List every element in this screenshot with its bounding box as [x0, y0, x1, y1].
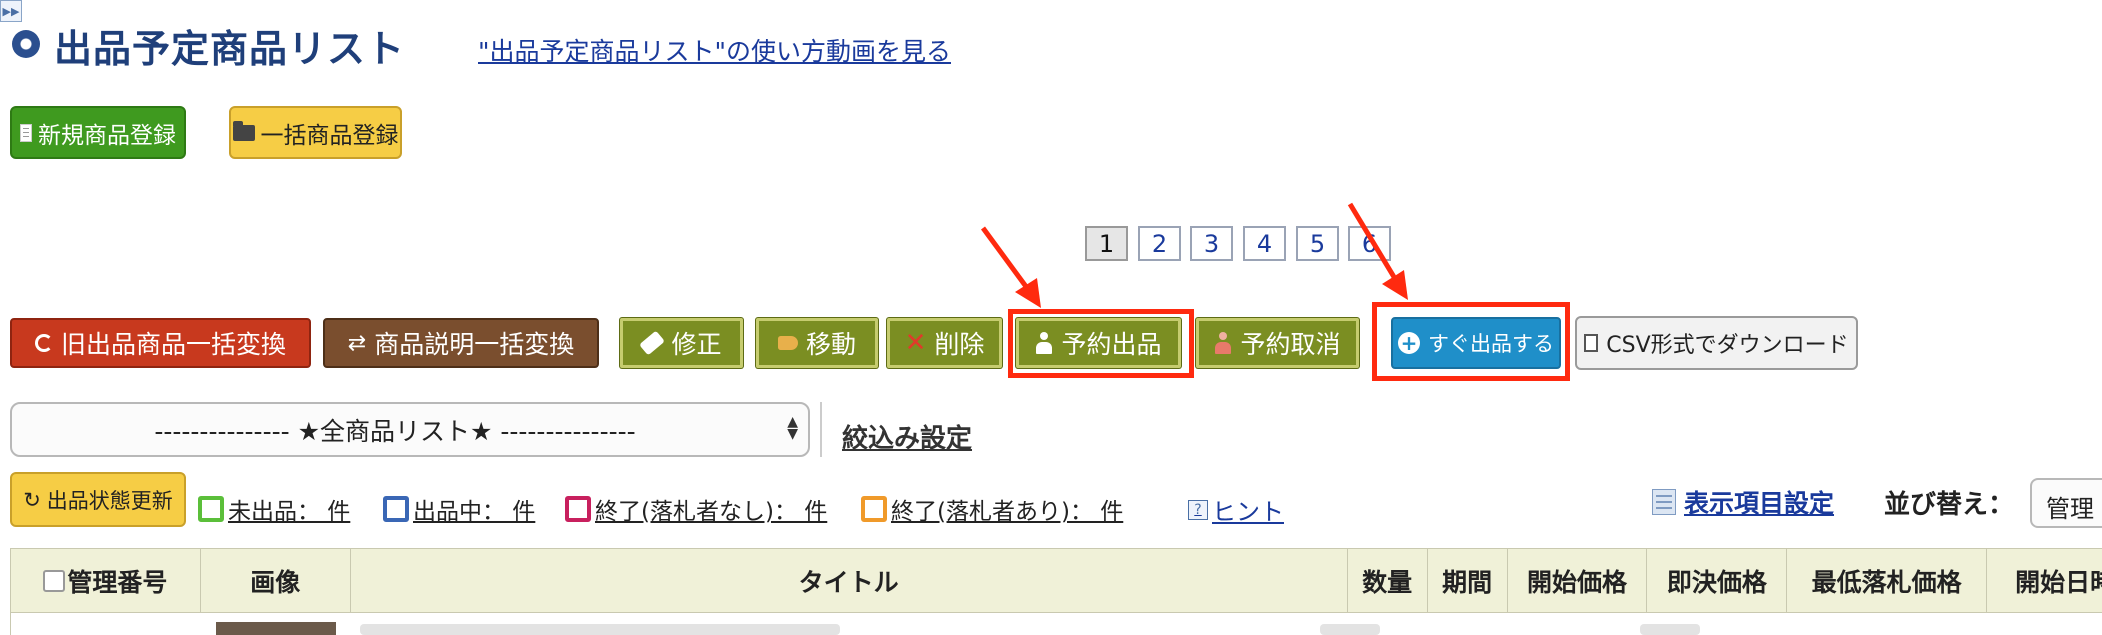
- video-tutorial-link[interactable]: "出品予定商品リスト"の使い方動画を見る: [478, 32, 951, 68]
- column-header-id-label: 管理番号: [67, 567, 168, 597]
- column-header-start-price: 開始価格: [1508, 549, 1648, 612]
- green-square-icon: [198, 496, 224, 522]
- move-arrow-icon: [777, 336, 798, 350]
- sync-icon: [34, 334, 53, 352]
- title-bullet-icon: [12, 30, 40, 58]
- edit-label: 修正: [671, 330, 722, 359]
- description-convert-label: 商品説明一括変換: [374, 330, 575, 359]
- page-5[interactable]: 5: [1296, 226, 1339, 261]
- column-header-quantity: 数量: [1348, 549, 1428, 612]
- page-2[interactable]: 2: [1138, 226, 1181, 261]
- new-product-label: 新規商品登録: [38, 122, 176, 149]
- status-unlisted-link[interactable]: 未出品： 件: [198, 492, 350, 526]
- person-cancel-icon: [1214, 332, 1232, 354]
- column-header-reserve-price: 最低落札価格: [1787, 549, 1988, 612]
- table-header: 管理番号 画像 タイトル 数量 期間 開始価格 即決価格 最低落札価格 開始日時: [10, 548, 2102, 613]
- status-ended-bid-link[interactable]: 終了(落札者あり)： 件: [861, 492, 1123, 526]
- close-icon: ✕: [904, 328, 927, 358]
- page-1[interactable]: 1: [1085, 226, 1128, 261]
- swap-arrows-icon: ⇄: [347, 330, 367, 356]
- column-header-title: タイトル: [351, 549, 1348, 612]
- table-settings-icon: [1652, 489, 1676, 515]
- file-icon: [1584, 334, 1599, 352]
- product-thumbnail: [216, 622, 336, 635]
- orange-square-icon: [861, 496, 887, 522]
- hint-label: ヒント: [1212, 498, 1284, 526]
- description-convert-button[interactable]: ⇄ 商品説明一括変換: [323, 318, 599, 368]
- csv-download-button[interactable]: CSV形式でダウンロード: [1575, 316, 1858, 370]
- product-list-select-value: --------------- ★全商品リスト★ ---------------: [154, 416, 636, 446]
- move-button[interactable]: 移動: [756, 318, 878, 368]
- row-cell-text: [1320, 624, 1380, 635]
- next-page-icon[interactable]: ▶▶: [0, 0, 22, 22]
- highlight-box: [1008, 309, 1194, 378]
- column-header-id[interactable]: 管理番号: [11, 549, 201, 612]
- page-4[interactable]: 4: [1243, 226, 1286, 261]
- display-settings-label: 表示項目設定: [1684, 489, 1835, 518]
- status-unlisted-label: 未出品： 件: [228, 499, 351, 525]
- status-listing-link[interactable]: 出品中： 件: [383, 492, 535, 526]
- column-header-image: 画像: [201, 549, 351, 612]
- page-3[interactable]: 3: [1190, 226, 1233, 261]
- status-ended-bid-label: 終了(落札者あり)： 件: [891, 499, 1124, 525]
- select-arrows-icon: ▲ ▼: [787, 414, 798, 442]
- filter-settings-link[interactable]: 絞込み設定: [842, 418, 972, 455]
- column-header-start-date: 開始日時: [1987, 549, 2102, 612]
- eraser-icon: [639, 330, 666, 356]
- status-ended-no-bid-label: 終了(落札者なし)： 件: [595, 499, 828, 525]
- edit-button[interactable]: 修正: [620, 318, 743, 368]
- red-arrow-icon: [980, 226, 1041, 308]
- column-header-buyout-price: 即決価格: [1647, 549, 1788, 612]
- bulk-register-button[interactable]: 一括商品登録: [229, 106, 402, 159]
- column-header-period: 期間: [1428, 549, 1508, 612]
- reserve-cancel-button[interactable]: 予約取消: [1196, 318, 1359, 368]
- product-list-select[interactable]: --------------- ★全商品リスト★ ---------------…: [10, 402, 810, 457]
- magenta-square-icon: [565, 496, 591, 522]
- display-settings-link[interactable]: 表示項目設定: [1652, 484, 1834, 520]
- red-arrow-icon: [1347, 202, 1408, 300]
- hint-link[interactable]: ? ヒント: [1188, 492, 1284, 527]
- blue-square-icon: [383, 496, 409, 522]
- page-title: 出品予定商品リスト: [54, 27, 406, 71]
- question-icon: ?: [1188, 499, 1208, 520]
- old-listing-convert-label: 旧出品商品一括変換: [60, 330, 286, 359]
- document-icon: [20, 123, 32, 142]
- csv-download-label: CSV形式でダウンロード: [1606, 333, 1849, 358]
- delete-button[interactable]: ✕ 削除: [887, 318, 1002, 368]
- row-title-text: [360, 624, 840, 635]
- status-ended-no-bid-link[interactable]: 終了(落札者なし)： 件: [565, 492, 827, 526]
- refresh-status-button[interactable]: ↻ 出品状態更新: [10, 472, 186, 527]
- sort-select[interactable]: 管理: [2030, 478, 2102, 528]
- refresh-icon: ↻: [23, 487, 41, 512]
- reserve-cancel-label: 予約取消: [1240, 330, 1341, 359]
- folder-icon: [232, 120, 255, 141]
- old-listing-convert-button[interactable]: 旧出品商品一括変換: [10, 318, 311, 368]
- row-cell-text: [1640, 624, 1700, 635]
- sort-label: 並び替え：: [1884, 490, 2015, 520]
- highlight-box: [1372, 302, 1570, 381]
- move-label: 移動: [805, 330, 856, 359]
- divider: [820, 402, 822, 457]
- delete-label: 削除: [934, 330, 985, 359]
- new-product-button[interactable]: 新規商品登録: [10, 106, 186, 159]
- status-listing-label: 出品中： 件: [413, 499, 536, 525]
- refresh-status-label: 出品状態更新: [46, 488, 173, 513]
- bulk-register-label: 一括商品登録: [260, 122, 399, 149]
- select-all-checkbox[interactable]: [43, 569, 66, 592]
